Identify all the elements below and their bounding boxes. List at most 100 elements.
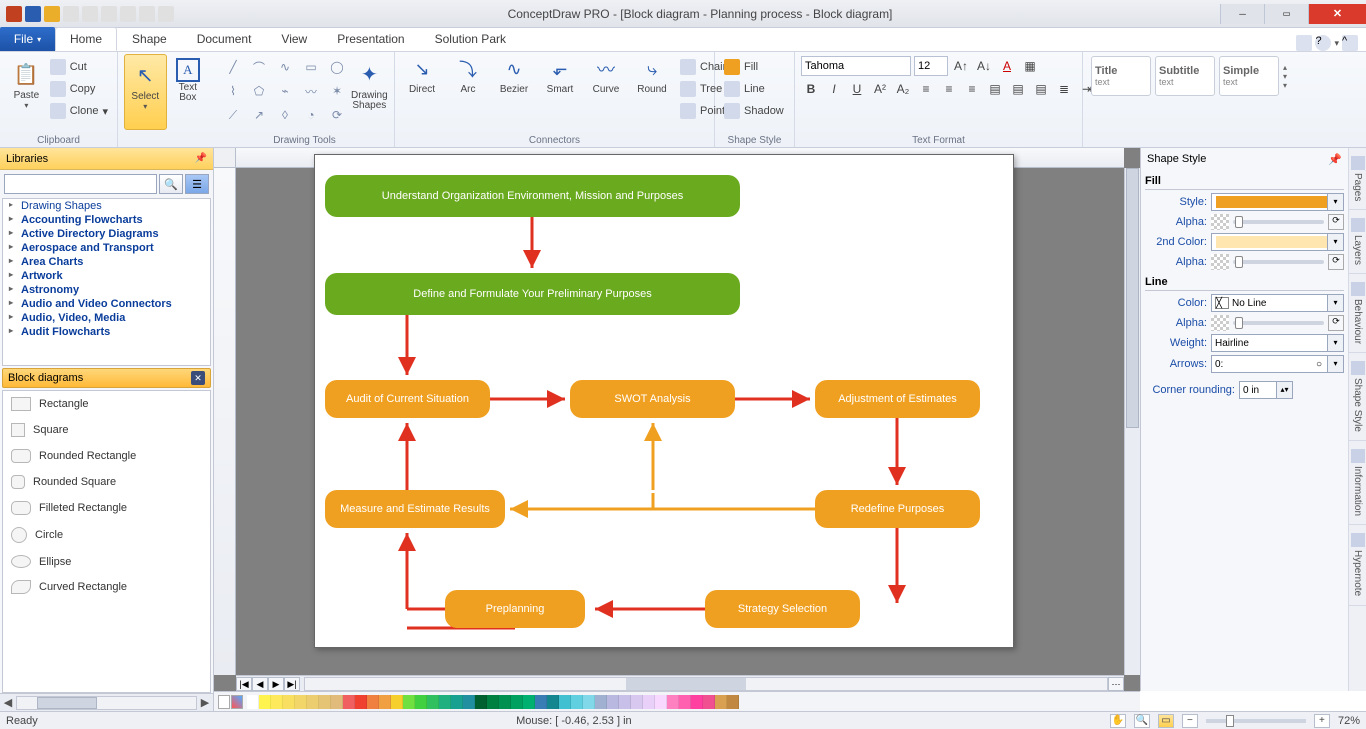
connector-arc[interactable]: ⤵Arc — [447, 54, 489, 122]
select-tool-button[interactable]: ↖ Select ▾ — [124, 54, 167, 130]
tree-item[interactable]: Area Charts — [3, 255, 210, 269]
palette-swatch[interactable] — [583, 695, 595, 709]
pie-tool[interactable]: ◔ — [299, 104, 323, 126]
window-layout-icon[interactable] — [1296, 35, 1312, 51]
scroll-right-icon[interactable]: ▶ — [197, 696, 213, 709]
page-last-icon[interactable]: ▶| — [284, 677, 300, 691]
palette-swatch[interactable] — [547, 695, 559, 709]
scrollbar-thumb[interactable] — [37, 697, 97, 709]
help-icon[interactable]: ? — [1315, 35, 1331, 51]
scroll-left-icon[interactable]: ◀ — [0, 696, 16, 709]
zoom-in-button[interactable]: + — [1314, 714, 1330, 728]
alpha-reset-icon[interactable]: ⟳ — [1328, 254, 1344, 270]
palette-swatch[interactable] — [271, 695, 283, 709]
palette-swatch[interactable] — [715, 695, 727, 709]
palette-swatch[interactable] — [679, 695, 691, 709]
palette-swatch[interactable] — [403, 695, 415, 709]
line-weight-dropdown[interactable]: Hairline▾ — [1211, 334, 1344, 352]
palette-swatch[interactable] — [331, 695, 343, 709]
close-button[interactable]: ✕ — [1308, 4, 1366, 24]
connector-smart[interactable]: ⬐Smart — [539, 54, 581, 122]
alpha-reset-icon[interactable]: ⟳ — [1328, 214, 1344, 230]
styles-down-icon[interactable]: ▾ — [1283, 72, 1287, 81]
tab-shape[interactable]: Shape — [117, 27, 182, 51]
chain-tool[interactable]: ⌁ — [273, 80, 297, 102]
hscroll-options-icon[interactable]: ⋯ — [1108, 677, 1124, 691]
palette-swatch[interactable] — [487, 695, 499, 709]
left-hscroll[interactable]: ◀ ▶ — [0, 693, 213, 711]
line-alpha-slider[interactable] — [1233, 321, 1324, 325]
align-bottom-button[interactable]: ▤ — [1031, 80, 1051, 98]
palette-swatch[interactable] — [631, 695, 643, 709]
drawing-shapes-button[interactable]: ✦ Drawing Shapes — [349, 54, 390, 130]
diagram-node[interactable]: Audit of Current Situation — [325, 380, 490, 418]
page-prev-icon[interactable]: ◀ — [252, 677, 268, 691]
tab-layers[interactable]: Layers — [1349, 210, 1366, 274]
palette-swatch[interactable] — [727, 695, 739, 709]
rounded-tool[interactable]: ◊ — [273, 104, 297, 126]
palette-swatch[interactable] — [439, 695, 451, 709]
drawing-page[interactable]: Understand Organization Environment, Mis… — [314, 154, 1014, 648]
shrink-font-icon[interactable]: A↓ — [974, 57, 994, 75]
palette-swatch[interactable] — [523, 695, 535, 709]
shape-item[interactable]: Rounded Square — [3, 469, 210, 495]
palette-swatch[interactable] — [319, 695, 331, 709]
align-top-button[interactable]: ▤ — [985, 80, 1005, 98]
palette-swatch[interactable] — [643, 695, 655, 709]
superscript-button[interactable]: A² — [870, 80, 890, 98]
zoom-out-button[interactable]: − — [1182, 714, 1198, 728]
tree-item[interactable]: Audio, Video, Media — [3, 311, 210, 325]
shape-item[interactable]: Rounded Rectangle — [3, 443, 210, 469]
shape-item[interactable]: Rectangle — [3, 391, 210, 417]
tab-shape-style[interactable]: Shape Style — [1349, 353, 1366, 441]
spline-tool[interactable]: ∿ — [273, 56, 297, 78]
line-button[interactable]: Line — [721, 78, 788, 100]
grow-font-icon[interactable]: A↑ — [951, 57, 971, 75]
tab-pages[interactable]: Pages — [1349, 148, 1366, 210]
connector-curve[interactable]: 〰Curve — [585, 54, 627, 122]
fill-button[interactable]: Fill — [721, 56, 788, 78]
qat-icon[interactable] — [101, 6, 117, 22]
file-menu[interactable]: File — [0, 27, 55, 51]
pin-icon[interactable]: 📌 — [1328, 153, 1342, 166]
polyline-tool[interactable]: ⌇ — [221, 80, 245, 102]
palette-swatch[interactable] — [559, 695, 571, 709]
diagram-node[interactable]: Strategy Selection — [705, 590, 860, 628]
bullets-button[interactable]: ≣ — [1054, 80, 1074, 98]
tab-information[interactable]: Information — [1349, 441, 1366, 525]
palette-swatch[interactable] — [451, 695, 463, 709]
libraries-search-input[interactable] — [4, 174, 157, 194]
shape-item[interactable]: Filleted Rectangle — [3, 495, 210, 521]
collapse-ribbon-icon[interactable]: ^ — [1342, 35, 1358, 51]
freehand-tool[interactable]: ⟋ — [221, 104, 245, 126]
palette-mode[interactable] — [218, 695, 243, 709]
arc-tool[interactable]: ⌒ — [247, 56, 271, 78]
diagram-node[interactable]: SWOT Analysis — [570, 380, 735, 418]
clone-button[interactable]: Clone ▾ — [47, 100, 111, 122]
qat-icon[interactable] — [120, 6, 136, 22]
connector-direct[interactable]: ↘Direct — [401, 54, 443, 122]
page-next-icon[interactable]: ▶ — [268, 677, 284, 691]
style-simple[interactable]: Simpletext — [1219, 56, 1279, 96]
fill-2nd-color-dropdown[interactable]: ▾ — [1211, 233, 1344, 251]
alpha-reset-icon[interactable]: ⟳ — [1328, 315, 1344, 331]
tab-hypernote[interactable]: Hypernote — [1349, 525, 1366, 605]
tree-item[interactable]: Audit Flowcharts — [3, 325, 210, 339]
polygon-tool[interactable]: ⬠ — [247, 80, 271, 102]
libraries-tree[interactable]: Drawing ShapesAccounting FlowchartsActiv… — [2, 198, 211, 366]
diagram-node[interactable]: Measure and Estimate Results — [325, 490, 505, 528]
tree-item[interactable]: Astronomy — [3, 283, 210, 297]
qat-icon[interactable] — [158, 6, 174, 22]
shape-item[interactable]: Curved Rectangle — [3, 574, 210, 600]
shape-list[interactable]: RectangleSquareRounded RectangleRounded … — [2, 390, 211, 693]
align-center-button[interactable]: ≡ — [939, 80, 959, 98]
palette-swatch[interactable] — [307, 695, 319, 709]
connector-bezier[interactable]: ∿Bezier — [493, 54, 535, 122]
tree-item[interactable]: Aerospace and Transport — [3, 241, 210, 255]
qat-icon[interactable] — [63, 6, 79, 22]
palette-swatch[interactable] — [379, 695, 391, 709]
diagram-node[interactable]: Define and Formulate Your Preliminary Pu… — [325, 273, 740, 315]
underline-button[interactable]: U — [847, 80, 867, 98]
palette-swatch[interactable] — [391, 695, 403, 709]
diagram-node[interactable]: Adjustment of Estimates — [815, 380, 980, 418]
